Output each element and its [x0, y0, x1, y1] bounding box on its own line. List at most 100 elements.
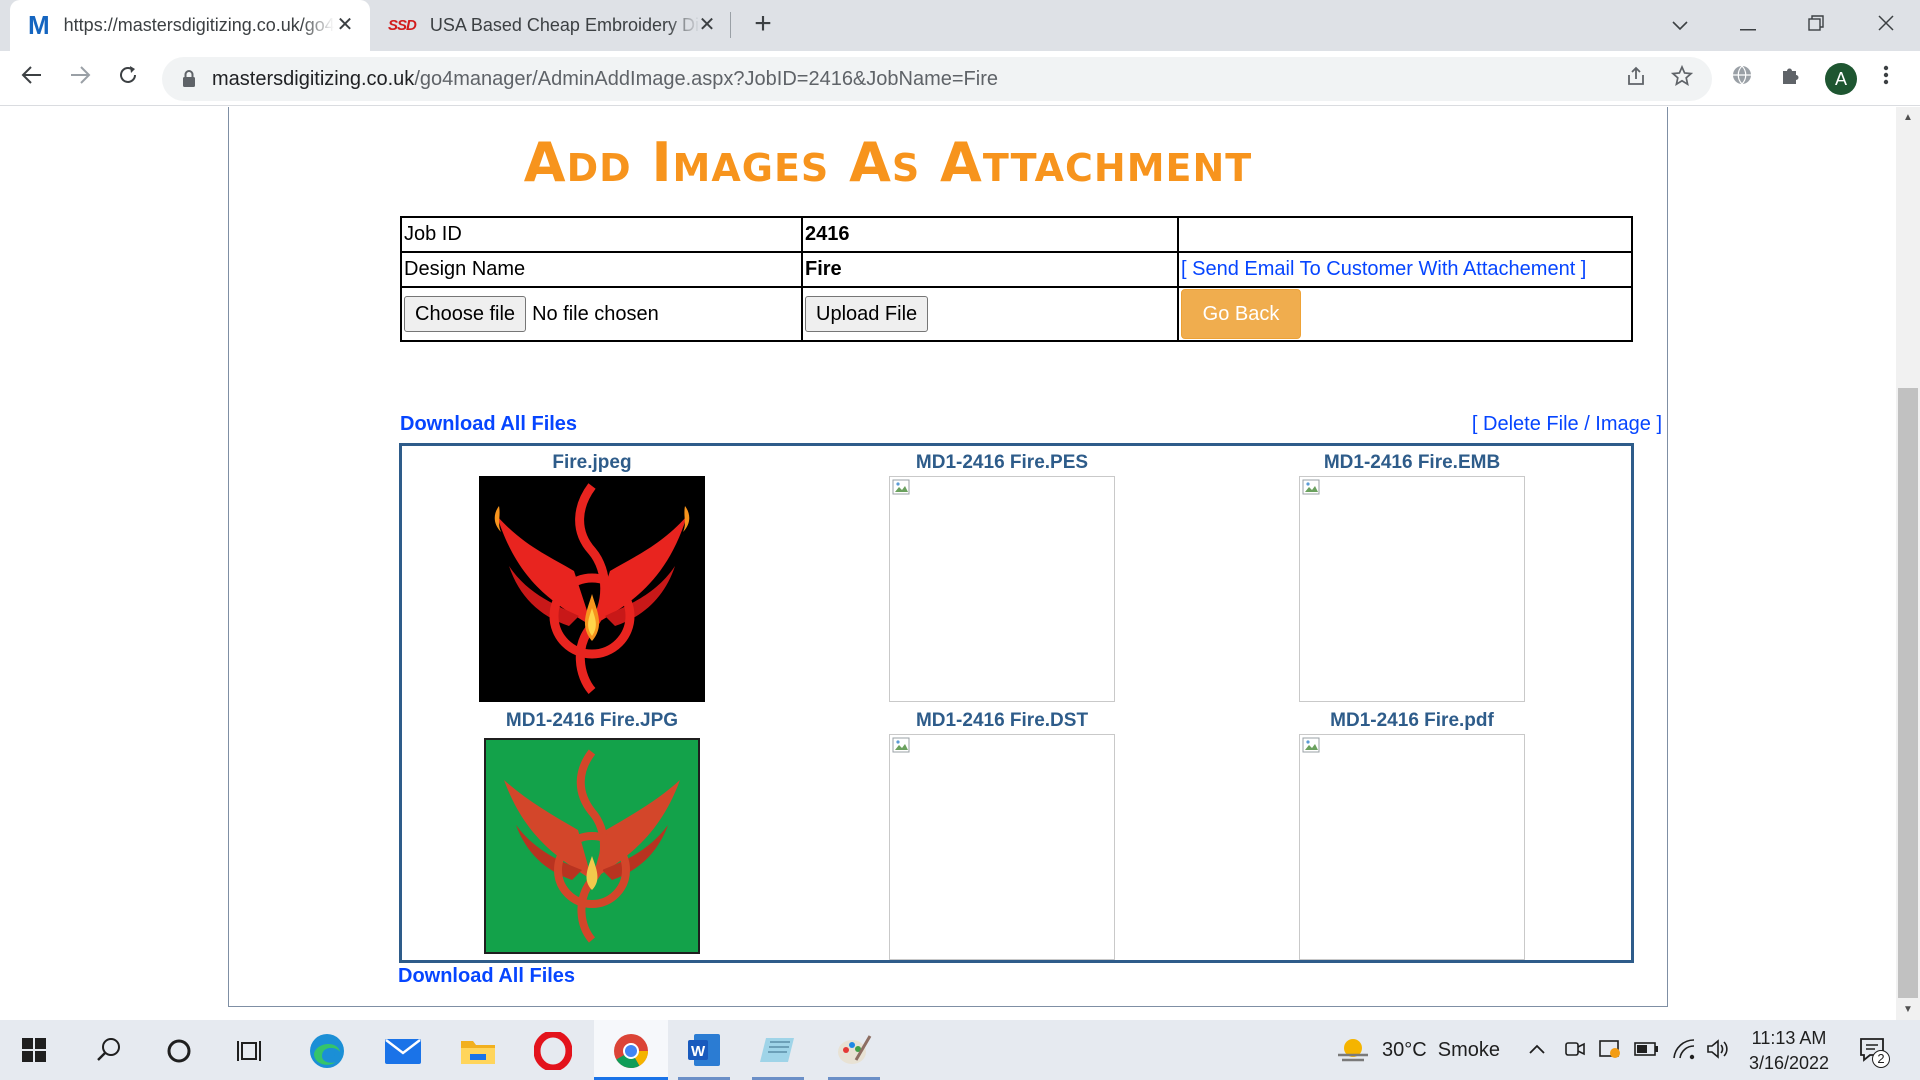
edge-browser-icon[interactable]	[308, 1032, 346, 1075]
embroidered-phoenix-image-icon	[486, 740, 698, 952]
go-back-cell: Go Back	[1177, 286, 1633, 342]
chrome-browser-icon[interactable]	[594, 1020, 668, 1080]
globe-extension-icon[interactable]	[1726, 63, 1758, 95]
download-all-files-link-bottom[interactable]: Download All Files	[398, 965, 575, 988]
gallery-item: MD1-2416 Fire.PES	[812, 450, 1192, 702]
volume-icon[interactable]	[1706, 1038, 1730, 1065]
tab-separator	[730, 12, 731, 38]
broken-image-icon	[1302, 479, 1320, 495]
scroll-up-arrow-icon[interactable]: ▲	[1898, 110, 1918, 126]
url-host: mastersdigitizing.co.uk	[212, 68, 415, 90]
new-tab-plus-icon[interactable]: +	[748, 9, 778, 40]
restore-icon[interactable]	[1796, 8, 1836, 42]
gallery-item: MD1-2416 Fire.EMB	[1222, 450, 1602, 702]
clock-date: 3/16/2022	[1748, 1053, 1830, 1073]
tab-title: https://mastersdigitizing.co.uk/go4manag…	[63, 15, 334, 35]
reload-icon[interactable]	[112, 63, 144, 95]
show-hidden-icons-chevron-icon[interactable]	[1528, 1042, 1546, 1060]
wifi-icon[interactable]	[1672, 1038, 1696, 1065]
notification-center-icon[interactable]: 2	[1858, 1036, 1892, 1068]
design-name-value: Fire	[801, 251, 1179, 288]
close-icon[interactable]: ✕	[696, 14, 718, 36]
lock-icon[interactable]	[182, 70, 196, 88]
paint-icon[interactable]	[822, 1020, 886, 1080]
weather-widget[interactable]: 30°C Smoke	[1336, 1032, 1500, 1068]
close-icon[interactable]: ✕	[334, 14, 356, 36]
browser-tab-inactive[interactable]: SSD USA Based Cheap Embroidery Digitizin…	[372, 0, 732, 51]
kebab-menu-icon[interactable]	[1870, 63, 1902, 95]
file-status-text: No file chosen	[532, 303, 659, 325]
notification-count-badge: 2	[1872, 1050, 1890, 1068]
pes-broken-thumbnail[interactable]	[889, 476, 1115, 702]
emb-broken-thumbnail[interactable]	[1299, 476, 1525, 702]
gallery-item: MD1-2416 Fire.pdf	[1222, 708, 1602, 960]
browser-tab-bar: M https://mastersdigitizing.co.uk/go4man…	[0, 0, 1920, 51]
scroll-down-arrow-icon[interactable]: ▼	[1898, 1002, 1918, 1018]
upload-row: Choose file No file chosen Upload File Go…	[400, 286, 1633, 342]
windows-start-icon[interactable]	[22, 1038, 46, 1067]
upload-cell: Upload File	[801, 286, 1179, 342]
url-text[interactable]: mastersdigitizing.co.uk/go4manager/Admin…	[212, 68, 998, 91]
file-explorer-icon[interactable]	[460, 1036, 496, 1071]
windows-taskbar: W 30°C Smoke 11:13 AM 3/16/2022 2	[0, 1020, 1920, 1080]
fire-jpg-thumbnail[interactable]	[484, 738, 700, 954]
broken-image-icon	[892, 479, 910, 495]
fire-jpeg-thumbnail[interactable]	[479, 476, 705, 702]
dst-broken-thumbnail[interactable]	[889, 734, 1115, 960]
go-back-button[interactable]: Go Back	[1181, 289, 1301, 339]
file-name-link[interactable]: MD1-2416 Fire.PES	[812, 450, 1192, 476]
file-picker-cell: Choose file No file chosen	[400, 286, 803, 342]
clock[interactable]: 11:13 AM 3/16/2022	[1742, 1026, 1836, 1076]
cortana-circle-icon[interactable]	[166, 1038, 192, 1069]
bookmark-star-icon[interactable]	[1668, 64, 1696, 93]
page-title: Add Images As Attachment	[523, 131, 1253, 194]
meet-now-icon[interactable]	[1564, 1038, 1586, 1065]
job-info-table: Job ID 2416 Design Name Fire [ Send Emai…	[400, 216, 1633, 342]
forward-arrow-icon[interactable]	[64, 63, 96, 95]
empty-cell	[1177, 216, 1633, 253]
word-icon[interactable]: W	[672, 1020, 736, 1080]
choose-file-button[interactable]: Choose file	[404, 296, 527, 332]
gallery-item: MD1-2416 Fire.DST	[812, 708, 1192, 960]
design-name-row: Design Name Fire [ Send Email To Custome…	[400, 251, 1633, 288]
tab-title: USA Based Cheap Embroidery Digitizing	[429, 15, 700, 35]
task-view-icon[interactable]	[236, 1038, 264, 1069]
profile-avatar[interactable]: A	[1825, 63, 1857, 95]
design-name-label: Design Name	[400, 251, 803, 288]
onedrive-sync-icon[interactable]	[1598, 1038, 1622, 1065]
download-all-files-link-top[interactable]: Download All Files	[400, 413, 577, 436]
notepad-icon[interactable]	[746, 1020, 810, 1080]
gallery-item: MD1-2416 Fire.JPG	[402, 708, 782, 954]
scrollbar-thumb[interactable]	[1898, 388, 1918, 998]
address-bar[interactable]: mastersdigitizing.co.uk/go4manager/Admin…	[162, 57, 1712, 101]
phoenix-image-icon	[479, 476, 705, 702]
send-email-link[interactable]: [ Send Email To Customer With Attachemen…	[1181, 258, 1586, 280]
mail-icon[interactable]	[384, 1036, 422, 1071]
window-close-icon[interactable]	[1866, 8, 1906, 42]
broken-image-icon	[892, 737, 910, 753]
page-viewport: Add Images As Attachment Job ID 2416 Des…	[0, 107, 1896, 1020]
file-name-link[interactable]: MD1-2416 Fire.pdf	[1222, 708, 1602, 734]
tab-search-chevron-icon[interactable]	[1660, 8, 1700, 42]
share-icon[interactable]	[1622, 65, 1650, 93]
upload-file-button[interactable]: Upload File	[805, 296, 929, 332]
url-path: /go4manager/AdminAddImage.aspx?JobID=241…	[414, 68, 998, 90]
back-arrow-icon[interactable]	[16, 63, 48, 95]
minimize-icon[interactable]	[1728, 8, 1768, 42]
delete-file-image-link[interactable]: [ Delete File / Image ]	[1472, 413, 1662, 436]
gallery-item: Fire.jpeg	[402, 450, 782, 702]
job-id-value: 2416	[801, 216, 1179, 253]
file-name-link[interactable]: Fire.jpeg	[402, 450, 782, 476]
extensions-puzzle-icon[interactable]	[1774, 63, 1806, 95]
file-name-link[interactable]: MD1-2416 Fire.JPG	[402, 708, 782, 734]
broken-image-icon	[1302, 737, 1320, 753]
battery-icon[interactable]	[1634, 1040, 1660, 1063]
ssd-favicon-icon: SSD	[388, 17, 417, 34]
pdf-broken-thumbnail[interactable]	[1299, 734, 1525, 960]
browser-tab-active[interactable]: M https://mastersdigitizing.co.uk/go4man…	[10, 0, 370, 51]
search-icon[interactable]	[96, 1037, 122, 1068]
opera-browser-icon[interactable]	[533, 1030, 573, 1075]
file-name-link[interactable]: MD1-2416 Fire.EMB	[1222, 450, 1602, 476]
file-name-link[interactable]: MD1-2416 Fire.DST	[812, 708, 1192, 734]
job-id-label: Job ID	[400, 216, 803, 253]
